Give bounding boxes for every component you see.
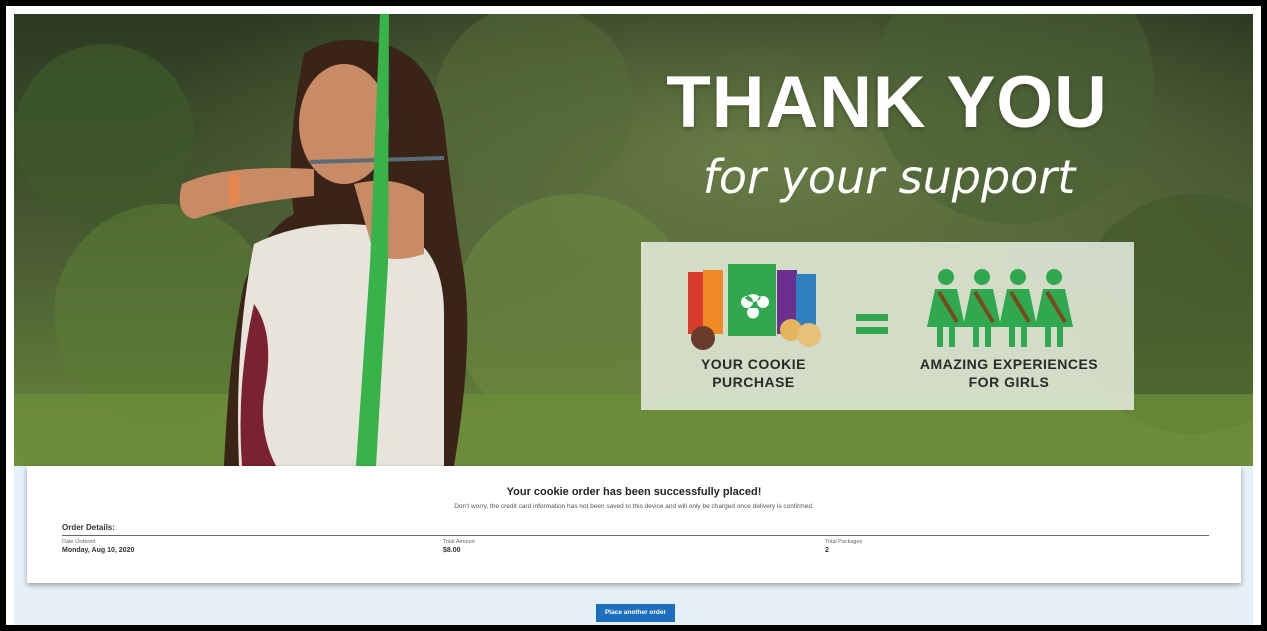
- total-packages-value: 2: [825, 547, 829, 554]
- confirmation-note: Don't worry, the credit card information…: [454, 503, 814, 510]
- order-confirmation-card: Your cookie order has been successfully …: [27, 466, 1241, 583]
- total-amount-label: Total Amount: [443, 539, 475, 545]
- hero-banner: THANK YOU for your support YOUR COOKIE P…: [14, 14, 1253, 466]
- cookie-purchase-caption-line2: PURCHASE: [712, 374, 795, 390]
- date-ordered-value: Monday, Aug 10, 2020: [62, 547, 135, 554]
- amazing-experiences-caption-line1: AMAZING EXPERIENCES: [919, 356, 1099, 372]
- girl-scouts-icon: [927, 269, 1073, 347]
- order-details-divider: [62, 535, 1209, 536]
- total-packages-label: Total Packages: [825, 539, 863, 545]
- cookie-impact-panel: YOUR COOKIE PURCHASE AMAZING EXPERIENCES…: [641, 242, 1134, 410]
- hero-headline: THANK YOU: [666, 62, 1108, 143]
- cookie-purchase-caption: YOUR COOKIE PURCHASE: [681, 355, 826, 391]
- order-details-heading: Order Details:: [62, 523, 115, 532]
- place-another-order-button[interactable]: Place another order: [596, 604, 675, 622]
- amazing-experiences-caption-line2: FOR GIRLS: [968, 374, 1050, 390]
- total-packages-field: Total Packages 2: [825, 539, 862, 554]
- confirmation-title: Your cookie order has been successfully …: [506, 486, 762, 498]
- screenshot-frame: THANK YOU for your support YOUR COOKIE P…: [6, 6, 1261, 625]
- hero-subheadline: for your support: [702, 150, 1076, 204]
- total-amount-field: Total Amount $8.00: [443, 539, 475, 554]
- date-ordered-field: Date Ordered Monday, Aug 10, 2020: [62, 539, 134, 554]
- cookie-purchase-caption-line1: YOUR COOKIE: [700, 356, 807, 372]
- cookie-boxes-icon: [688, 264, 821, 350]
- date-ordered-label: Date Ordered: [62, 539, 96, 545]
- total-amount-value: $8.00: [443, 547, 461, 554]
- order-confirmation-page: THANK YOU for your support YOUR COOKIE P…: [14, 14, 1253, 625]
- amazing-experiences-caption: AMAZING EXPERIENCES FOR GIRLS: [909, 355, 1109, 391]
